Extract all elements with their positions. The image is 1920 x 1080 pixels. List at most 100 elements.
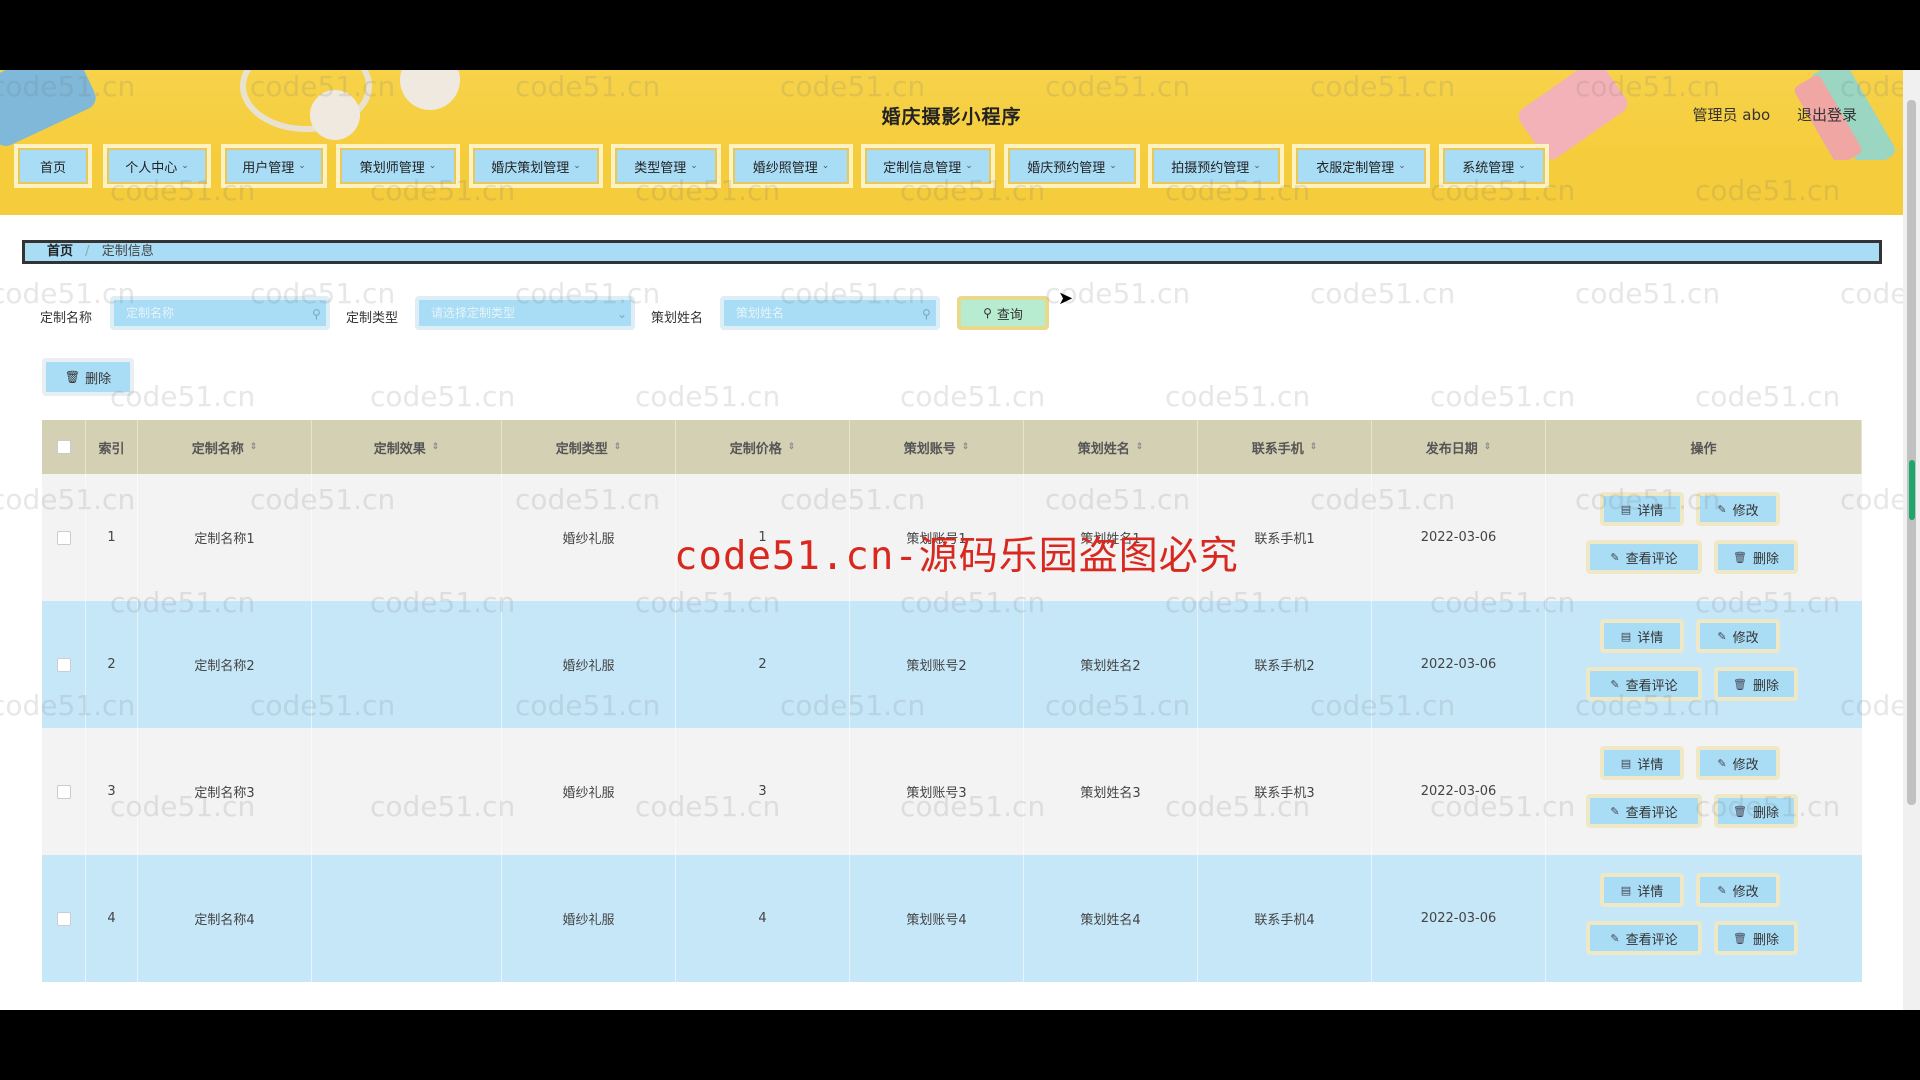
column-header-label: 发布日期 [1425, 441, 1478, 457]
nav-item[interactable]: 婚庆策划管理 ⌄ [469, 144, 603, 188]
sort-icon[interactable]: ⇕ [962, 442, 970, 452]
delete-button[interactable]: 🗑 删除 [1714, 667, 1798, 701]
detail-button[interactable]: ▤ 详情 [1600, 746, 1684, 780]
cell-effect [312, 728, 502, 855]
edit-button[interactable]: ✎ 修改 [1696, 619, 1780, 653]
edit-button-label: 修改 [1732, 630, 1759, 646]
trash-icon: 🗑 [1733, 931, 1747, 945]
nav-item[interactable]: 首页 [14, 144, 92, 188]
chevron-down-icon: ⌄ [1518, 161, 1526, 171]
nav-item-label: 婚纱照管理 [752, 160, 818, 176]
nav-item[interactable]: 类型管理 ⌄ [611, 144, 721, 188]
edit-button[interactable]: ✎ 修改 [1696, 492, 1780, 526]
chevron-down-icon: ⌄ [428, 161, 437, 171]
column-header[interactable]: 策划账号 ⇕ [850, 420, 1024, 474]
table-row: 2 定制名称2 婚纱礼服 2 策划账号2 策划姓名2 联系手机2 2022-03-06 ▤ 详情 ✎… [42, 601, 1862, 728]
nav-item[interactable]: 婚纱照管理 ⌄ [729, 144, 853, 188]
query-button[interactable]: ⚲ 查询 [957, 296, 1049, 330]
column-header[interactable]: 定制价格 ⇕ [676, 420, 850, 474]
column-header[interactable]: 联系手机 ⇕ [1198, 420, 1372, 474]
page-scrollbar[interactable] [1903, 70, 1920, 1010]
scrollbar-thumb[interactable] [1907, 100, 1916, 805]
nav-item[interactable]: 婚庆预约管理 ⌄ [1004, 144, 1140, 188]
cell-type: 婚纱礼服 [502, 601, 676, 728]
nav-item[interactable]: 用户管理 ⌄ [221, 144, 327, 188]
nav-item-label: 婚庆预约管理 [1027, 160, 1106, 176]
detail-button[interactable]: ▤ 详情 [1600, 619, 1684, 653]
user-role-name[interactable]: 管理员 abo [1693, 106, 1771, 124]
breadcrumb-separator: / [85, 244, 90, 259]
delete-button[interactable]: 🗑 删除 [1714, 921, 1798, 955]
nav-item-label: 衣服定制管理 [1316, 160, 1395, 176]
sort-icon[interactable]: ⇕ [1484, 442, 1492, 452]
view-comments-button[interactable]: ✎ 查看评论 [1586, 540, 1702, 574]
trash-icon: 🗑 [1733, 677, 1747, 691]
column-header-label: 操作 [1690, 441, 1717, 457]
view-comments-button[interactable]: ✎ 查看评论 [1586, 921, 1702, 955]
column-header[interactable]: 定制效果 ⇕ [312, 420, 502, 474]
row-actions: ▤ 详情 ✎ 修改 ✎ 查看评论 🗑 删除 [1562, 474, 1862, 601]
row-checkbox[interactable] [56, 784, 71, 799]
column-header[interactable]: 策划姓名 ⇕ [1024, 420, 1198, 474]
pencil-icon: ✎ [1717, 629, 1727, 643]
cell-index: 1 [86, 474, 138, 601]
sort-icon[interactable]: ⇕ [250, 442, 258, 452]
nav-item[interactable]: 个人中心 ⌄ [103, 144, 211, 188]
name-filter-input[interactable] [110, 296, 330, 330]
document-icon: ▤ [1620, 629, 1632, 643]
delete-button-label: 删除 [1752, 678, 1779, 694]
delete-button-label: 删除 [1752, 932, 1779, 948]
column-header[interactable]: 定制名称 ⇕ [138, 420, 312, 474]
row-checkbox[interactable] [56, 530, 71, 545]
row-select-cell [42, 728, 86, 855]
column-header[interactable]: 定制类型 ⇕ [502, 420, 676, 474]
delete-button[interactable]: 🗑 删除 [1714, 794, 1798, 828]
delete-button[interactable]: 🗑 删除 [1714, 540, 1798, 574]
nav-item[interactable]: 拍摄预约管理 ⌄ [1148, 144, 1284, 188]
chevron-down-icon: ⌄ [690, 161, 698, 171]
name-filter-label: 定制名称 [40, 311, 93, 326]
batch-delete-label: 删除 [85, 371, 112, 387]
edit-button[interactable]: ✎ 修改 [1696, 873, 1780, 907]
site-watermark: code51.cn [370, 380, 516, 413]
edit-button[interactable]: ✎ 修改 [1696, 746, 1780, 780]
logout-link[interactable]: 退出登录 [1797, 106, 1857, 124]
row-actions: ▤ 详情 ✎ 修改 ✎ 查看评论 🗑 删除 [1562, 855, 1862, 982]
column-header-label: 定制效果 [373, 441, 426, 457]
breadcrumb-home[interactable]: 首页 [47, 244, 73, 259]
row-checkbox[interactable] [56, 657, 71, 672]
view-comments-button[interactable]: ✎ 查看评论 [1586, 794, 1702, 828]
column-header-label: 索引 [98, 441, 125, 457]
nav-item[interactable]: 定制信息管理 ⌄ [861, 144, 995, 188]
column-header[interactable]: 发布日期 ⇕ [1372, 420, 1546, 474]
select-all-checkbox[interactable] [56, 440, 71, 454]
row-select-cell [42, 474, 86, 601]
document-icon: ▤ [1620, 883, 1632, 897]
nav-item-label: 个人中心 [125, 160, 178, 176]
search-icon: ⚲ [983, 306, 992, 320]
pencil-icon: ✎ [1717, 502, 1727, 516]
sort-icon[interactable]: ⇕ [614, 442, 622, 452]
search-icon: ⚲ [312, 307, 321, 321]
row-checkbox[interactable] [56, 911, 71, 926]
planner-filter-input[interactable] [720, 296, 940, 330]
nav-item[interactable]: 策划师管理 ⌄ [336, 144, 460, 188]
sort-icon[interactable]: ⇕ [1310, 442, 1318, 452]
type-filter-select[interactable] [415, 296, 635, 330]
chevron-down-icon: ⌄ [1109, 161, 1117, 171]
sort-icon[interactable]: ⇕ [1136, 442, 1144, 452]
sort-icon[interactable]: ⇕ [432, 442, 440, 452]
nav-item[interactable]: 系统管理 ⌄ [1439, 144, 1549, 188]
select-all-cell [42, 420, 86, 474]
row-actions: ▤ 详情 ✎ 修改 ✎ 查看评论 🗑 删除 [1562, 601, 1862, 728]
nav-item[interactable]: 衣服定制管理 ⌄ [1292, 144, 1430, 188]
detail-button[interactable]: ▤ 详情 [1600, 873, 1684, 907]
batch-delete-button[interactable]: 🗑 删除 [42, 358, 134, 396]
view-comments-button[interactable]: ✎ 查看评论 [1586, 667, 1702, 701]
cell-planner: 策划姓名3 [1024, 728, 1198, 855]
detail-button-label: 详情 [1637, 630, 1664, 646]
sort-icon[interactable]: ⇕ [788, 442, 796, 452]
detail-button[interactable]: ▤ 详情 [1600, 492, 1684, 526]
cell-name: 定制名称2 [138, 601, 312, 728]
row-actions: ▤ 详情 ✎ 修改 ✎ 查看评论 🗑 删除 [1562, 728, 1862, 855]
